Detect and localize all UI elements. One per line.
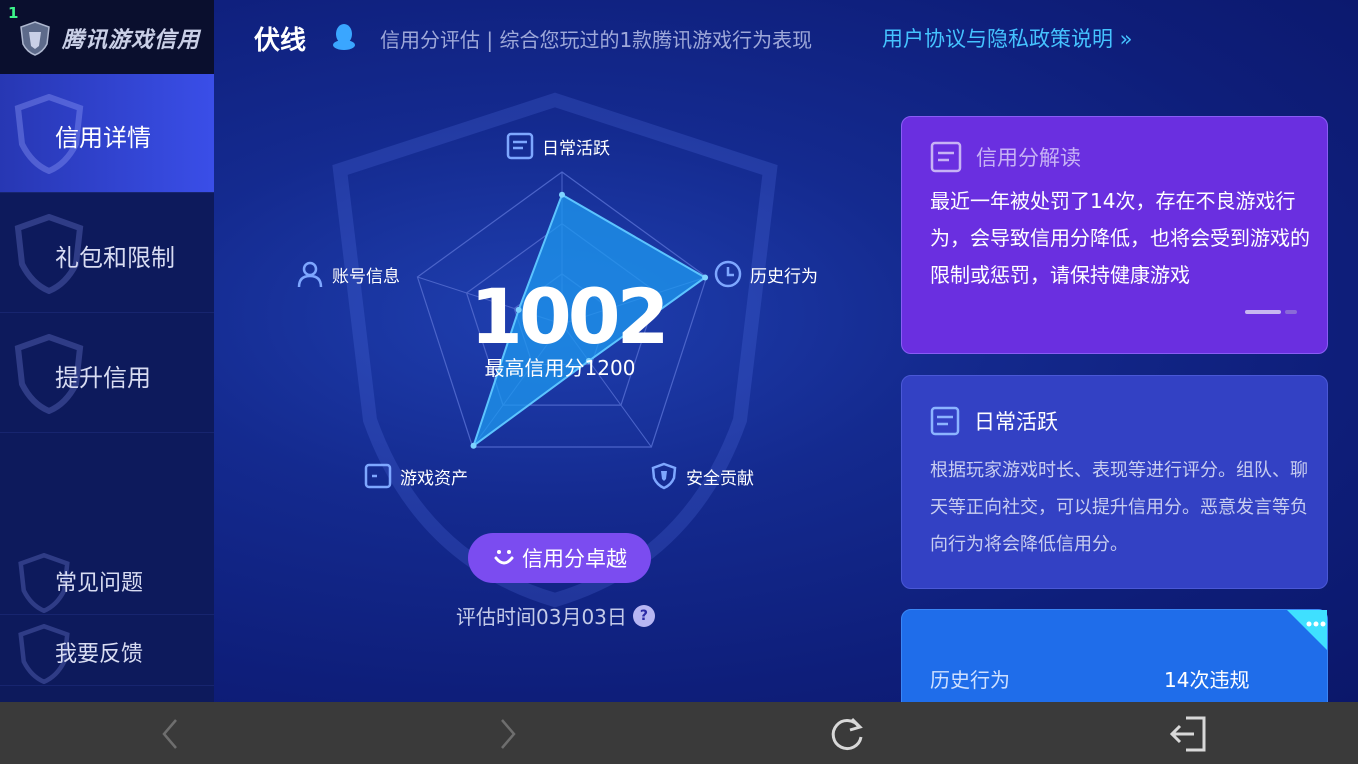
card-title: 信用分解读 xyxy=(930,141,1081,173)
carousel-indicator xyxy=(1245,310,1297,314)
refresh-icon xyxy=(831,717,863,751)
radar-value-point xyxy=(470,442,477,449)
card-body-text: 最近一年被处罚了14次，存在不良游戏行为，会导致信用分降低，也将会受到游戏的限制… xyxy=(930,189,1310,287)
card-title: 日常活跃 xyxy=(930,406,1058,436)
smile-icon xyxy=(494,550,514,565)
credit-score: 1002 xyxy=(470,272,670,361)
radar-value-point xyxy=(702,274,709,281)
history-label: 历史行为 xyxy=(930,668,1010,692)
daily-active-card: 日常活跃 根据玩家游戏时长、表现等进行评分。组队、聊天等正向社交，可以提升信用分… xyxy=(901,375,1328,589)
radar-label-text: 账号信息 xyxy=(332,266,400,287)
card-body-text: 根据玩家游戏时长、表现等进行评分。组队、聊天等正向社交，可以提升信用分。恶意发言… xyxy=(930,460,1308,555)
radar-label-text: 游戏资产 xyxy=(400,468,468,489)
forward-button[interactable] xyxy=(486,712,530,756)
back-button[interactable] xyxy=(148,712,192,756)
shield-icon xyxy=(651,462,677,490)
credit-rating-button[interactable]: 信用分卓越 xyxy=(468,533,651,583)
radar-label-daily-active: 日常活跃 xyxy=(506,132,610,160)
sidebar-item-feedback[interactable]: 我要反馈 xyxy=(0,614,214,686)
user-icon xyxy=(297,261,323,288)
card-title-text: 信用分解读 xyxy=(976,146,1081,170)
help-icon[interactable]: ? xyxy=(632,604,655,627)
document-icon xyxy=(506,132,534,160)
radar-label-history: 历史行为 xyxy=(714,260,818,288)
radar-label-text: 安全贡献 xyxy=(686,468,754,489)
sidebar-item-label: 常见问题 xyxy=(55,571,144,596)
radar-value-point xyxy=(559,191,565,198)
clock-icon xyxy=(714,260,742,288)
document-icon xyxy=(930,406,960,436)
sidebar-item-label: 我要反馈 xyxy=(55,642,144,667)
wallet-icon xyxy=(364,463,392,489)
radar-label-text: 历史行为 xyxy=(750,266,818,287)
evaluation-time-text: 评估时间03月03日 xyxy=(456,605,627,629)
credit-interpretation-card: 信用分解读 最近一年被处罚了14次，存在不良游戏行为，会导致信用分降低，也将会受… xyxy=(901,116,1328,354)
chevron-right-icon xyxy=(501,719,516,749)
document-icon xyxy=(930,141,962,173)
bottom-navigation-bar xyxy=(0,702,1358,764)
credit-rating-label: 信用分卓越 xyxy=(522,547,627,571)
refresh-button[interactable] xyxy=(825,712,869,756)
card-title-text: 日常活跃 xyxy=(974,410,1058,434)
history-behavior-card[interactable]: 历史行为 14次违规 xyxy=(901,609,1328,702)
radar-label-security: 安全贡献 xyxy=(650,462,754,490)
violation-count: 14次违规 xyxy=(1164,668,1250,692)
exit-button[interactable] xyxy=(1166,712,1210,756)
privacy-policy-link[interactable]: 用户协议与隐私政策说明 » xyxy=(882,23,1133,53)
max-credit-score: 最高信用分1200 xyxy=(484,356,636,380)
app-window: 1 腾讯游戏信用 信用详情 礼包和限制 提升信用 常见问题 我要反馈 伏线 信用… xyxy=(0,0,1358,702)
radar-label-assets: 游戏资产 xyxy=(364,462,468,490)
radar-label-account: 账号信息 xyxy=(296,260,400,288)
more-icon[interactable] xyxy=(1287,610,1327,650)
chevron-left-icon xyxy=(162,719,177,749)
evaluation-time: 评估时间03月03日 ? xyxy=(456,601,655,630)
radar-label-text: 日常活跃 xyxy=(542,138,610,159)
exit-icon xyxy=(1169,716,1206,752)
